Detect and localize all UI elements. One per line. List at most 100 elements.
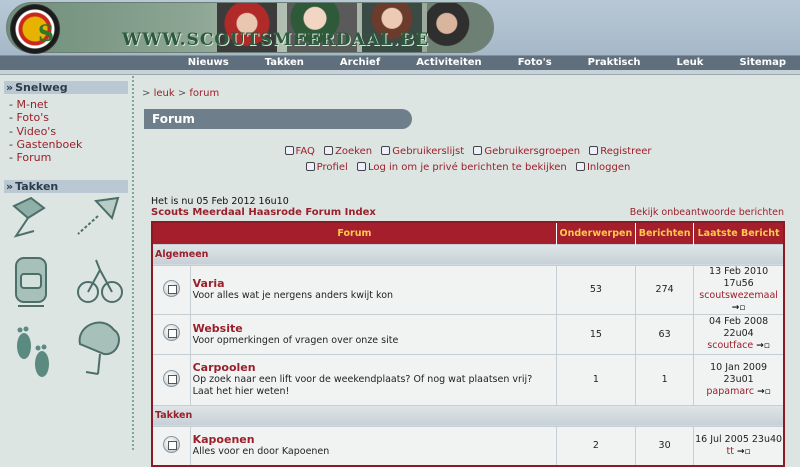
category-name[interactable]: Takken bbox=[152, 404, 785, 426]
table-row: Varia Voor alles wat je nergens anders k… bbox=[152, 264, 785, 314]
backpack-drawing-icon bbox=[15, 257, 47, 307]
posts-count: 63 bbox=[635, 313, 695, 354]
breadcrumb: > leuk > forum bbox=[142, 88, 220, 99]
forum-folder-icon bbox=[162, 369, 180, 387]
login-icon bbox=[575, 162, 585, 171]
kite-2-drawing-icon bbox=[77, 196, 120, 235]
profile-icon bbox=[305, 162, 315, 171]
private-messages-link[interactable]: Log in om je privé berichten te bekijken bbox=[356, 162, 567, 173]
nav-item-takken[interactable]: Takken bbox=[265, 56, 304, 71]
column-header-posts: Berichten bbox=[635, 222, 695, 244]
nav-item-praktisch[interactable]: Praktisch bbox=[588, 56, 641, 71]
posts-count: 1 bbox=[635, 353, 695, 405]
main-content: > leuk > forum Forum FAQ Zoeken Gebruike… bbox=[136, 76, 800, 467]
bicycle-drawing-icon bbox=[77, 259, 123, 303]
forum-name-link[interactable]: Website bbox=[193, 322, 554, 335]
forum-folder-icon bbox=[162, 435, 180, 453]
sidebar-heading-takken: » Takken bbox=[4, 180, 128, 193]
nav-item-nieuws[interactable]: Nieuws bbox=[188, 56, 229, 71]
last-post-user[interactable]: tt bbox=[727, 446, 734, 457]
sidebar: » Snelweg - M-net - Foto's - Video's - Ga… bbox=[0, 76, 134, 450]
last-post-date: 04 Feb 2008 22u04 bbox=[709, 316, 769, 339]
profile-link[interactable]: Profiel bbox=[305, 162, 348, 173]
takken-drawings[interactable] bbox=[6, 196, 126, 450]
go-to-last-post-icon[interactable]: →▫ bbox=[732, 303, 746, 313]
double-chevron-icon: » bbox=[6, 81, 14, 94]
faq-link[interactable]: FAQ bbox=[284, 146, 315, 157]
page-title: Forum bbox=[144, 109, 412, 129]
forum-folder-icon bbox=[162, 279, 180, 297]
logo-letter: S bbox=[38, 21, 54, 47]
category-name[interactable]: Algemeen bbox=[152, 243, 785, 265]
go-to-last-post-icon[interactable]: →▫ bbox=[757, 387, 771, 397]
sidebar-item-gastenboek[interactable]: - Gastenboek bbox=[9, 138, 82, 151]
column-header-forum: Forum bbox=[152, 222, 557, 244]
table-row: Website Voor opmerkingen of vragen over … bbox=[152, 313, 785, 354]
memberlist-link[interactable]: Gebruikerslijst bbox=[381, 146, 464, 157]
register-icon bbox=[589, 146, 599, 155]
sidebar-item-fotos[interactable]: - Foto's bbox=[9, 111, 82, 124]
forum-name-link[interactable]: Kapoenen bbox=[193, 433, 554, 446]
topics-count: 15 bbox=[556, 313, 637, 354]
table-row: Carpoolen Op zoek naar een lift voor de … bbox=[152, 353, 785, 405]
sidebar-links: - M-net - Foto's - Video's - Gastenboek … bbox=[9, 98, 82, 164]
table-header-row: Forum Onderwerpen Berichten Laatste Beri… bbox=[152, 222, 784, 244]
last-post-user[interactable]: scoutswezemaal bbox=[699, 290, 778, 301]
register-link[interactable]: Registreer bbox=[589, 146, 651, 157]
forum-name-link[interactable]: Varia bbox=[193, 277, 554, 290]
faq-icon bbox=[284, 146, 294, 155]
nav-item-archief[interactable]: Archief bbox=[340, 56, 380, 71]
members-icon bbox=[381, 146, 391, 155]
nav-strip bbox=[0, 70, 800, 75]
go-to-last-post-icon[interactable]: →▫ bbox=[756, 341, 770, 351]
site-header: WWW.SCOUTSMEERDAAL.BE S bbox=[0, 0, 800, 55]
breadcrumb-leuk[interactable]: leuk bbox=[154, 88, 175, 99]
footprints-drawing-icon bbox=[17, 326, 49, 377]
nav-item-activiteiten[interactable]: Activiteiten bbox=[416, 56, 482, 71]
forum-folder-icon bbox=[162, 324, 180, 341]
nav-item-leuk[interactable]: Leuk bbox=[677, 56, 704, 71]
search-link[interactable]: Zoeken bbox=[324, 146, 372, 157]
forum-description: Op zoek naar een lift voor de weekendpla… bbox=[192, 374, 533, 397]
nav-item-sitemap[interactable]: Sitemap bbox=[739, 56, 786, 71]
last-post-date: 13 Feb 2010 17u56 bbox=[709, 265, 769, 289]
tree-drawing-icon bbox=[78, 321, 120, 375]
sidebar-heading-snelweg: » Snelweg bbox=[4, 81, 128, 94]
nav-item-fotos[interactable]: Foto's bbox=[518, 56, 552, 71]
posts-count: 274 bbox=[635, 264, 695, 314]
search-icon bbox=[324, 146, 334, 155]
breadcrumb-forum[interactable]: forum bbox=[189, 88, 219, 99]
sidebar-item-videos[interactable]: - Video's bbox=[9, 125, 82, 138]
forum-index-link[interactable]: Scouts Meerdaal Haasrode Forum Index bbox=[151, 207, 376, 218]
category-row: Algemeen bbox=[152, 243, 785, 265]
last-post-user[interactable]: scoutface bbox=[707, 340, 753, 351]
main-nav: Nieuws Takken Archief Activiteiten Foto'… bbox=[0, 55, 800, 70]
column-header-topics: Onderwerpen bbox=[556, 222, 637, 244]
forum-name-link[interactable]: Carpoolen bbox=[193, 361, 554, 374]
posts-count: 30 bbox=[635, 425, 695, 466]
sidebar-item-forum[interactable]: - Forum bbox=[9, 151, 82, 164]
table-row: Kapoenen Alles voor en door Kapoenen 2 3… bbox=[152, 425, 785, 466]
go-to-last-post-icon[interactable]: →▫ bbox=[737, 447, 751, 457]
topics-count: 53 bbox=[556, 264, 637, 314]
banner-photo bbox=[427, 3, 493, 52]
site-url: WWW.SCOUTSMEERDAAL.BE bbox=[122, 30, 430, 50]
last-post-date: 10 Jan 2009 23u01 bbox=[710, 361, 768, 385]
column-header-last-post: Laatste Bericht bbox=[693, 222, 784, 244]
sidebar-item-mnet[interactable]: - M-net bbox=[9, 98, 82, 111]
kite-drawing-icon bbox=[12, 196, 46, 238]
usergroups-link[interactable]: Gebruikersgroepen bbox=[473, 146, 580, 157]
groups-icon bbox=[473, 146, 483, 155]
forum-table: Forum Onderwerpen Berichten Laatste Beri… bbox=[151, 221, 785, 467]
unanswered-posts-link[interactable]: Bekijk onbeantwoorde berichten bbox=[630, 207, 784, 218]
scouts-logo[interactable]: S bbox=[10, 4, 60, 54]
forum-toplinks: FAQ Zoeken Gebruikerslijst Gebruikersgro… bbox=[136, 144, 800, 176]
last-post-user[interactable]: papamarc bbox=[706, 386, 754, 397]
topics-count: 2 bbox=[556, 425, 637, 466]
category-row: Takken bbox=[152, 404, 785, 426]
message-icon bbox=[356, 162, 366, 171]
double-chevron-icon: » bbox=[6, 180, 14, 193]
current-datetime: Het is nu 05 Feb 2012 16u10 bbox=[151, 196, 289, 207]
forum-description: Voor alles wat je nergens anders kwijt k… bbox=[192, 290, 394, 301]
login-link[interactable]: Inloggen bbox=[575, 162, 630, 173]
